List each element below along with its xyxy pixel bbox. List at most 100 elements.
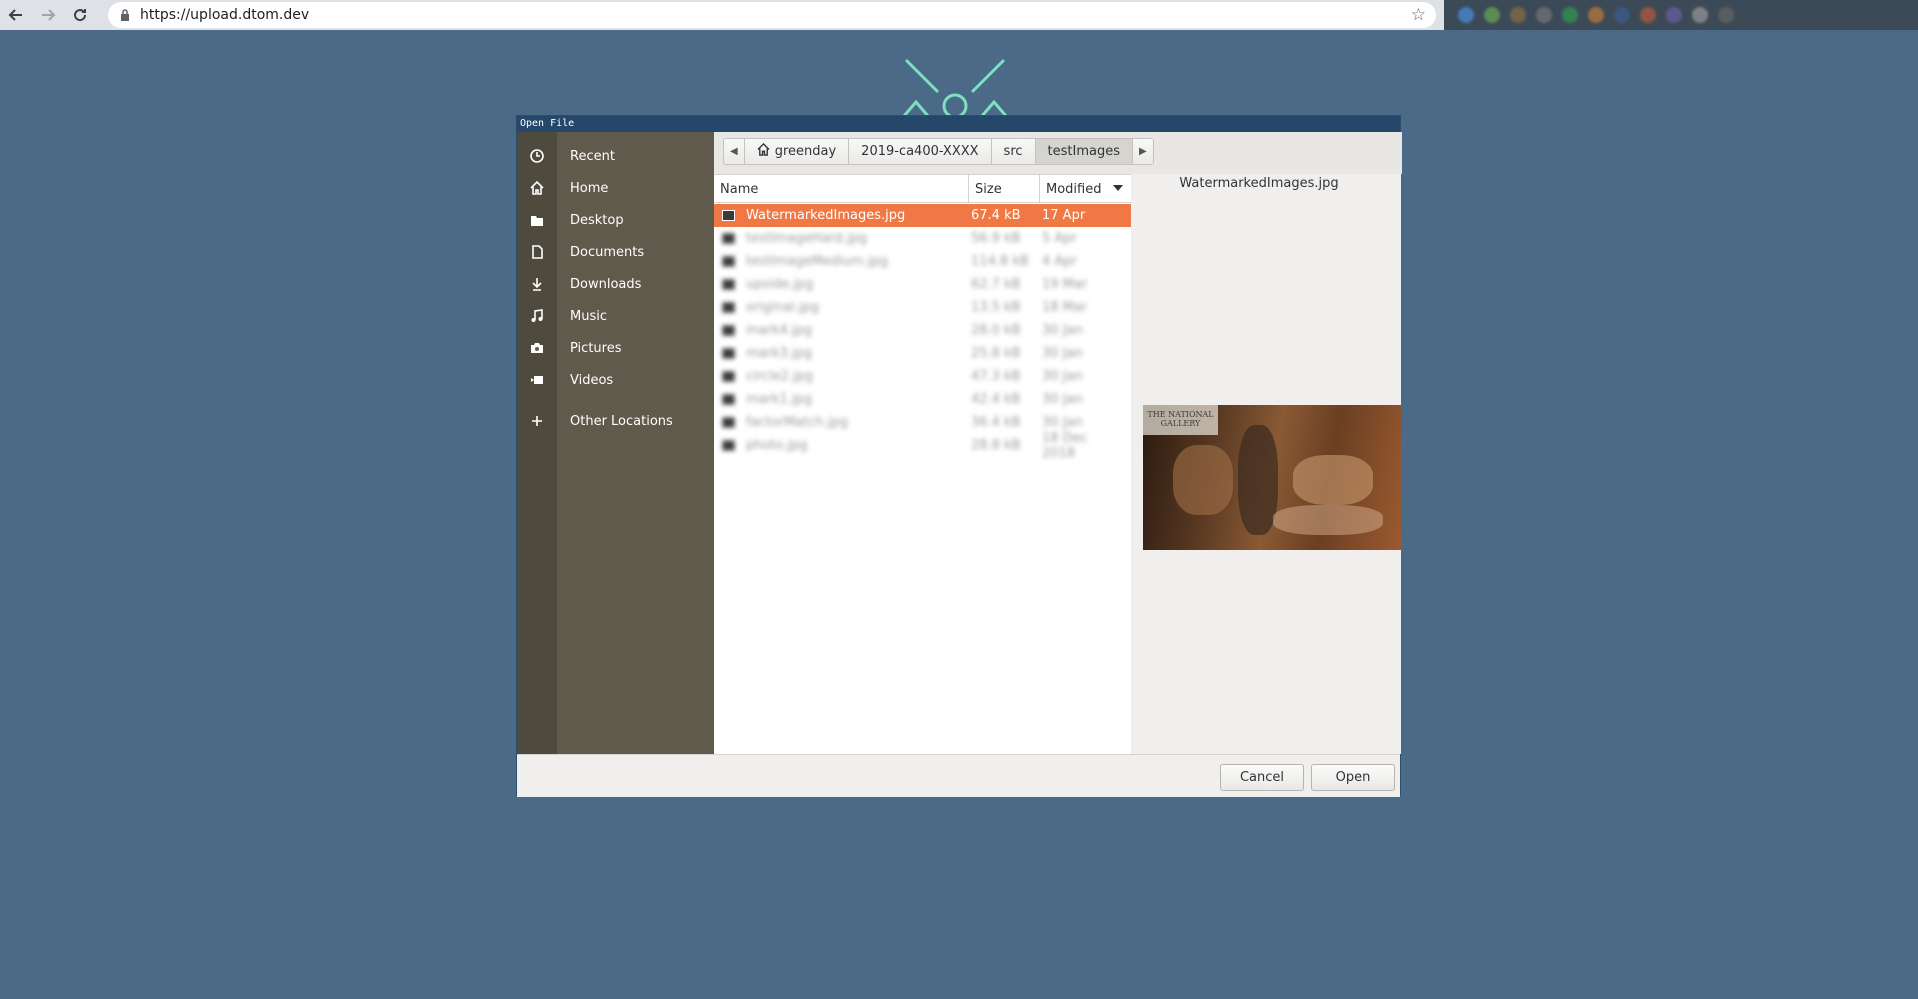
extension-icon[interactable]: [1562, 7, 1578, 23]
lock-icon: [121, 9, 129, 21]
file-size: 36.4 kB: [971, 415, 1021, 430]
painting-figure: [1273, 505, 1383, 535]
file-modified: 5 Apr: [1042, 231, 1077, 246]
file-size: 114.8 kB: [971, 254, 1029, 269]
image-file-icon: [722, 394, 735, 405]
address-bar[interactable]: https://upload.dtom.dev ☆: [108, 2, 1436, 28]
sidebar-item-label: Videos: [570, 372, 614, 388]
table-row[interactable]: upside.jpg 62.7 kB 19 Mar: [714, 273, 1131, 296]
file-name: WatermarkedImages.jpg: [746, 208, 906, 223]
image-file-icon: [722, 256, 735, 267]
breadcrumb-item[interactable]: src: [991, 139, 1036, 164]
open-file-dialog: Open File Recent Home Desktop Documents …: [516, 115, 1402, 797]
sidebar-item-pictures[interactable]: Pictures: [517, 332, 714, 364]
image-file-icon: [722, 302, 735, 313]
file-modified: 19 Mar: [1042, 277, 1088, 292]
extension-icon[interactable]: [1510, 7, 1526, 23]
table-row[interactable]: testImageMedium.jpg 114.8 kB 4 Apr: [714, 250, 1131, 273]
file-name: original.jpg: [746, 300, 819, 315]
extension-icon[interactable]: [1614, 7, 1630, 23]
extension-icon[interactable]: [1692, 7, 1708, 23]
open-button[interactable]: Open: [1311, 764, 1395, 791]
file-size: 67.4 kB: [971, 208, 1021, 223]
breadcrumb-label: greenday: [774, 144, 837, 159]
column-header-size[interactable]: Size: [969, 175, 1040, 203]
sidebar-item-desktop[interactable]: Desktop: [517, 204, 714, 236]
sidebar-item-label: Recent: [570, 148, 615, 164]
cancel-button[interactable]: Cancel: [1220, 764, 1304, 791]
extension-icon[interactable]: [1588, 7, 1604, 23]
extensions-area: [1444, 0, 1918, 30]
column-header-name[interactable]: Name: [714, 175, 969, 203]
file-name: testImageMedium.jpg: [746, 254, 888, 269]
extension-icon[interactable]: [1458, 7, 1474, 23]
extension-icon[interactable]: [1718, 7, 1734, 23]
file-name: upside.jpg: [746, 277, 814, 292]
file-size: 62.7 kB: [971, 277, 1021, 292]
column-header-modified[interactable]: Modified: [1040, 175, 1131, 203]
sidebar-item-downloads[interactable]: Downloads: [517, 268, 714, 300]
breadcrumb-home[interactable]: greenday: [744, 139, 850, 164]
back-arrow-icon[interactable]: [0, 0, 32, 30]
file-name: photo.jpg: [746, 438, 808, 453]
table-row[interactable]: testImageHard.jpg 56.9 kB 5 Apr: [714, 227, 1131, 250]
extension-icon[interactable]: [1666, 7, 1682, 23]
image-file-icon: [722, 348, 735, 359]
file-size: 56.9 kB: [971, 231, 1021, 246]
sidebar-item-label: Home: [570, 180, 609, 196]
file-name: mark4.jpg: [746, 323, 813, 338]
preview-filename: WatermarkedImages.jpg: [1179, 176, 1339, 191]
image-file-icon: [722, 210, 735, 221]
download-icon: [517, 277, 557, 291]
file-size: 25.8 kB: [971, 346, 1021, 361]
path-bar: ◀ greenday 2019-ca400-XXXX src testImage…: [714, 132, 1402, 174]
breadcrumb: ◀ greenday 2019-ca400-XXXX src testImage…: [723, 138, 1154, 165]
sidebar-item-music[interactable]: Music: [517, 300, 714, 332]
places-sidebar: Recent Home Desktop Documents Downloads …: [517, 132, 714, 754]
sidebar-item-recent[interactable]: Recent: [517, 140, 714, 172]
breadcrumb-item-current[interactable]: testImages: [1035, 139, 1133, 164]
reload-icon[interactable]: [64, 0, 96, 30]
table-row[interactable]: circle2.jpg 47.3 kB 30 Jan: [714, 365, 1131, 388]
painting-figure: [1238, 425, 1278, 535]
image-file-icon: [722, 279, 735, 290]
file-size: 28.0 kB: [971, 323, 1021, 338]
browser-toolbar: https://upload.dtom.dev ☆: [0, 0, 1918, 30]
camera-icon: [517, 341, 557, 355]
video-icon: [517, 373, 557, 387]
sidebar-item-home[interactable]: Home: [517, 172, 714, 204]
file-modified: 30 Jan: [1042, 392, 1083, 407]
sidebar-item-videos[interactable]: Videos: [517, 364, 714, 396]
table-row[interactable]: mark3.jpg 25.8 kB 30 Jan: [714, 342, 1131, 365]
file-name: mark1.jpg: [746, 392, 813, 407]
extension-icon[interactable]: [1484, 7, 1500, 23]
table-row-selected[interactable]: WatermarkedImages.jpg 67.4 kB 17 Apr: [714, 204, 1131, 227]
site-logo: [902, 58, 1008, 116]
file-name: mark3.jpg: [746, 346, 813, 361]
table-row[interactable]: mark1.jpg 42.4 kB 30 Jan: [714, 388, 1131, 411]
breadcrumb-item[interactable]: 2019-ca400-XXXX: [849, 139, 992, 164]
file-modified: 18 Mar: [1042, 300, 1088, 315]
sidebar-item-label: Music: [570, 308, 607, 324]
image-file-icon: [722, 440, 735, 451]
table-row[interactable]: original.jpg 13.5 kB 18 Mar: [714, 296, 1131, 319]
table-row[interactable]: photo.jpg 28.8 kB 18 Dec 2018: [714, 431, 1131, 461]
sidebar-item-documents[interactable]: Documents: [517, 236, 714, 268]
forward-arrow-icon[interactable]: [32, 0, 64, 30]
path-scroll-left-icon[interactable]: ◀: [724, 139, 745, 164]
dialog-footer: Cancel Open: [517, 754, 1400, 797]
extension-icon[interactable]: [1640, 7, 1656, 23]
plus-icon: [517, 415, 557, 427]
path-scroll-right-icon[interactable]: ▶: [1132, 139, 1153, 164]
sidebar-item-other-locations[interactable]: Other Locations: [517, 405, 714, 437]
star-icon[interactable]: ☆: [1411, 5, 1426, 25]
document-icon: [517, 245, 557, 259]
table-row[interactable]: mark4.jpg 28.0 kB 30 Jan: [714, 319, 1131, 342]
file-name: testImageHard.jpg: [746, 231, 868, 246]
home-icon: [517, 181, 557, 195]
home-icon: [757, 142, 770, 160]
music-icon: [517, 309, 557, 323]
file-modified: 30 Jan: [1042, 369, 1083, 384]
extension-icon[interactable]: [1536, 7, 1552, 23]
column-header-label: Name: [720, 181, 759, 197]
